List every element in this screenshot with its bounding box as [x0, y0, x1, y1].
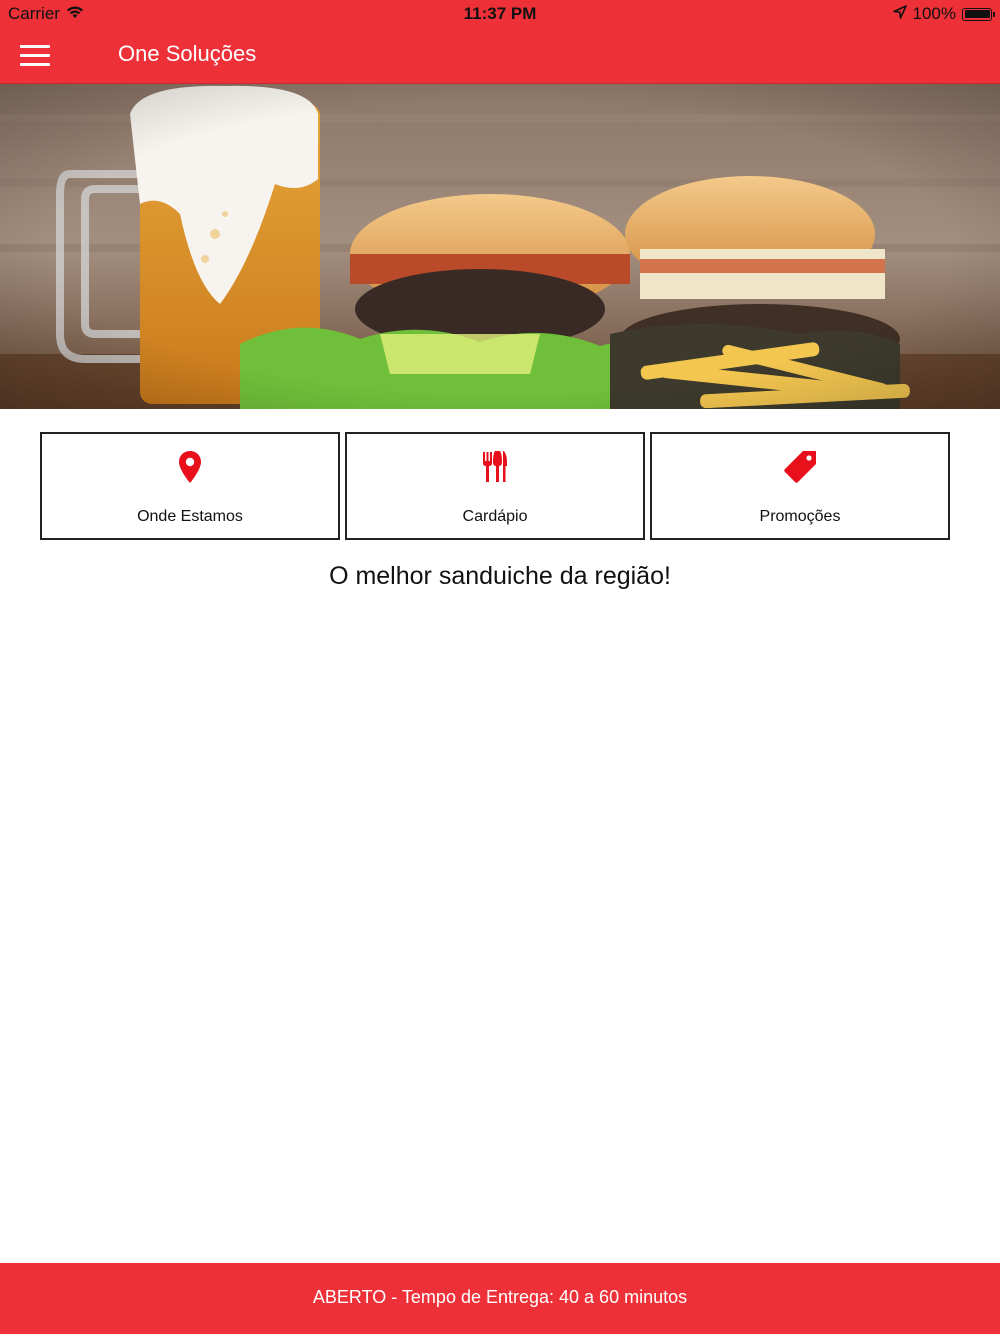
promotions-button[interactable]: Promoções: [650, 432, 950, 540]
promotions-label: Promoções: [759, 508, 841, 525]
status-bar: Carrier 11:37 PM 100%: [0, 0, 1000, 28]
menu-button[interactable]: Cardápio: [345, 432, 645, 540]
status-time: 11:37 PM: [463, 4, 537, 23]
store-status-bar: ABERTO - Tempo de Entrega: 40 a 60 minut…: [0, 1263, 1000, 1334]
hamburger-menu-icon[interactable]: [20, 45, 50, 67]
status-right: 100%: [892, 4, 995, 24]
menu-label: Cardápio: [462, 508, 528, 525]
location-arrow-icon: [892, 4, 907, 24]
battery-percent: 100%: [912, 4, 956, 23]
app-screen: Carrier 11:37 PM 100% One Soluções Onde …: [0, 0, 1000, 1334]
price-tag-icon: [652, 450, 948, 484]
battery-icon: [962, 7, 995, 21]
where-we-are-button[interactable]: Onde Estamos: [40, 432, 340, 540]
where-we-are-label: Onde Estamos: [137, 508, 243, 525]
store-status-text: ABERTO - Tempo de Entrega: 40 a 60 minut…: [312, 1287, 688, 1307]
hero-banner-image: [0, 84, 1000, 409]
fork-knife-icon: [347, 450, 643, 484]
tagline: O melhor sanduiche da região!: [329, 562, 671, 590]
action-buttons: Onde Estamos Cardápio Promoções: [40, 432, 950, 540]
navigation-bar: One Soluções: [0, 28, 1000, 84]
app-title: One Soluções: [118, 41, 257, 66]
map-pin-icon: [42, 450, 338, 484]
